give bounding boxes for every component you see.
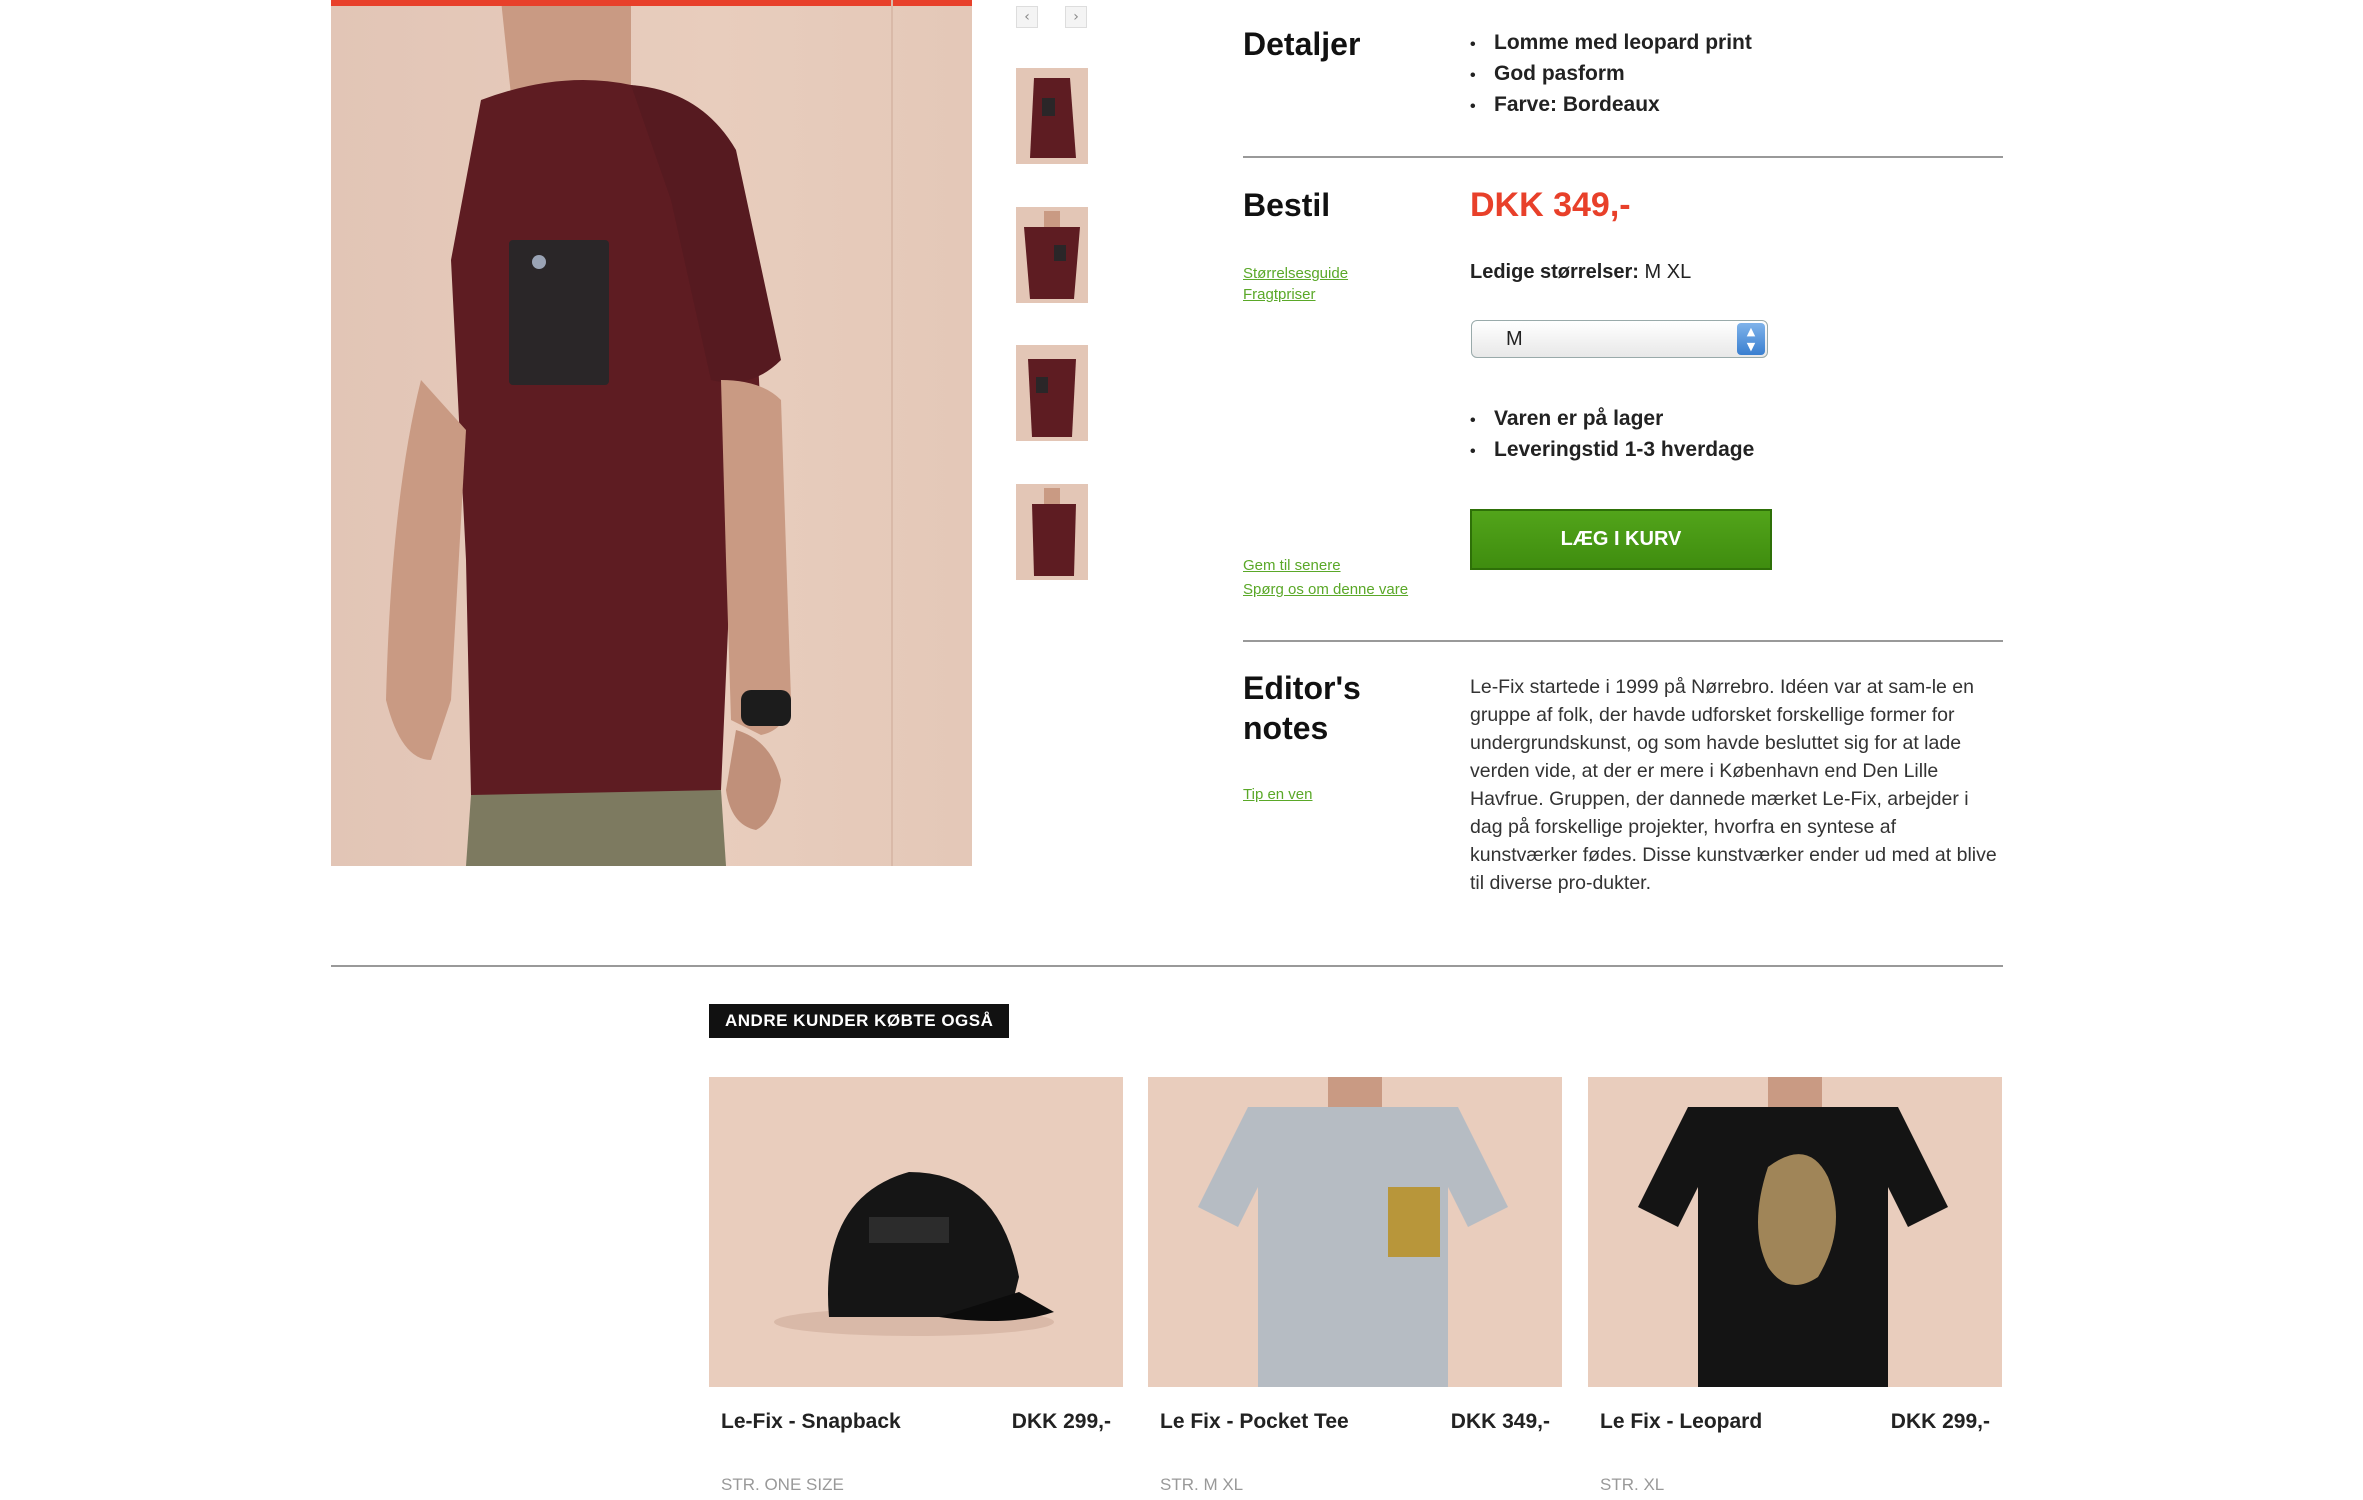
product-image[interactable] (709, 1077, 1123, 1387)
product-price: DKK 349,- (1470, 186, 1631, 224)
also-bought-title: ANDRE KUNDER KØBTE OGSÅ (709, 1004, 1010, 1038)
product-image[interactable] (1148, 1077, 1562, 1387)
details-list: Lomme med leopard print God pasform Farv… (1470, 27, 1752, 120)
thumbnail-1[interactable] (1016, 68, 1088, 164)
thumbnails-prev-button[interactable]: ‹ (1016, 6, 1038, 28)
ask-about-product-link[interactable]: Spørg os om denne vare (1243, 581, 1408, 598)
save-for-later-link[interactable]: Gem til senere (1243, 557, 1341, 574)
thumbnail-4[interactable] (1016, 484, 1088, 580)
available-sizes-value: M XL (1644, 261, 1692, 283)
editors-notes-title: Editor's notes (1243, 670, 1361, 746)
available-sizes-label: Ledige størrelser: (1470, 261, 1639, 283)
thumbnail-3[interactable] (1016, 345, 1088, 441)
details-item: Lomme med leopard print (1470, 27, 1752, 58)
details-item: God pasform (1470, 58, 1752, 89)
thumbnail-2[interactable] (1016, 207, 1088, 303)
size-select[interactable]: M ▲ ▼ (1471, 320, 1768, 358)
size-select-value: M (1506, 328, 1523, 350)
select-arrows-icon: ▲ ▼ (1737, 323, 1765, 355)
leopard-tee-photo (1588, 1077, 2002, 1387)
product-price: DKK 299,- (1011, 1410, 1111, 1433)
editors-notes-text: Le-Fix startede i 1999 på Nørrebro. Idée… (1470, 676, 1997, 894)
product-price: DKK 349,- (1450, 1410, 1550, 1433)
details-item: Farve: Bordeaux (1470, 89, 1752, 120)
product-sizes: STR. M XL (1160, 1475, 1244, 1494)
available-sizes: Ledige størrelser: M XL (1470, 261, 1691, 284)
product-card[interactable]: Le Fix - Pocket Tee DKK 349,- STR. M XL (1148, 1077, 1562, 1494)
add-to-cart-button[interactable]: LÆG I KURV (1470, 509, 1772, 570)
snapback-cap-photo (709, 1077, 1123, 1387)
product-price: DKK 299,- (1890, 1410, 1990, 1433)
stock-info-item: Varen er på lager (1470, 403, 1754, 434)
main-product-image[interactable] (331, 0, 972, 866)
product-card[interactable]: Le Fix - Leopard DKK 299,- STR. XL (1588, 1077, 2002, 1494)
stock-info-item: Leveringstid 1-3 hverdage (1470, 434, 1754, 465)
product-name[interactable]: Le Fix - Leopard (1600, 1410, 1762, 1434)
stock-info-list: Varen er på lager Leveringstid 1-3 hverd… (1470, 403, 1754, 465)
product-sizes: STR. XL (1600, 1475, 1665, 1494)
divider (331, 965, 2003, 967)
order-title: Bestil (1243, 187, 1331, 223)
pocket-tee-photo (1148, 1077, 1562, 1387)
thumbnails-next-button[interactable]: › (1065, 6, 1087, 28)
size-guide-link[interactable]: Størrelsesguide (1243, 265, 1348, 282)
product-name[interactable]: Le Fix - Pocket Tee (1160, 1410, 1349, 1434)
shipping-prices-link[interactable]: Fragtpriser (1243, 286, 1316, 303)
tshirt-model-photo (386, 0, 791, 866)
product-name[interactable]: Le-Fix - Snapback (721, 1410, 901, 1434)
divider (1243, 640, 2003, 642)
product-card[interactable]: Le-Fix - Snapback DKK 299,- STR. ONE SIZ… (709, 1077, 1123, 1494)
tip-a-friend-link[interactable]: Tip en ven (1243, 786, 1313, 803)
wall-corner (891, 0, 893, 866)
product-sizes: STR. ONE SIZE (721, 1475, 844, 1494)
product-image[interactable] (1588, 1077, 2002, 1387)
accent-bar (331, 0, 972, 6)
divider (1243, 156, 2003, 158)
details-title: Detaljer (1243, 26, 1361, 62)
